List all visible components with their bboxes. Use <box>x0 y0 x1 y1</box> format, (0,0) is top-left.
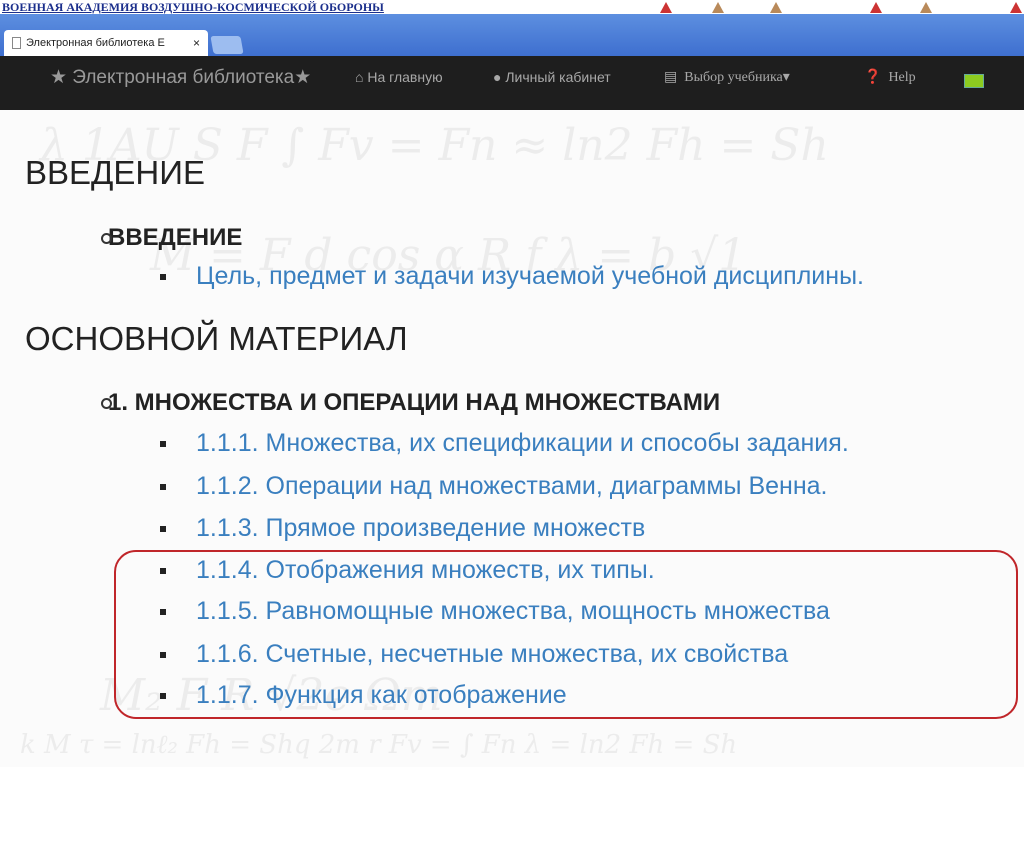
help-icon: ❓ <box>864 70 882 85</box>
list-icon: ▤ <box>664 70 678 85</box>
list-item-link[interactable]: Цель, предмет и задачи изучаемой учебной… <box>196 262 864 290</box>
nav-help-label: Help <box>888 70 916 85</box>
banner: ВОЕННАЯ АКАДЕМИЯ ВОЗДУШНО-КОСМИЧЕСКОЙ ОБ… <box>0 0 1024 14</box>
list-item[interactable]: 1.1.2. Операции над множествами, диаграм… <box>160 472 827 501</box>
browser-tabbar: Электронная библиотека Е × <box>0 14 1024 56</box>
list-item[interactable]: 1.1.1. Множества, их спецификации и спос… <box>160 429 849 458</box>
nav-help[interactable]: ❓ Help <box>864 69 916 86</box>
bottom-strip <box>22 832 1022 858</box>
page-icon <box>12 37 21 49</box>
list-item[interactable]: Цель, предмет и задачи изучаемой учебной… <box>160 262 864 291</box>
emblem-icon <box>712 2 724 13</box>
brand-link[interactable]: ★ Электронная библиотека★ <box>50 66 311 89</box>
emblem-icon <box>660 2 672 13</box>
user-icon: ● <box>493 69 502 85</box>
mail-icon[interactable] <box>964 74 984 88</box>
nav-cabinet[interactable]: ● Личный кабинет <box>493 69 611 85</box>
nav-choose-dropdown[interactable]: ▤ Выбор учебника▾ <box>664 69 790 86</box>
highlight-frame <box>114 550 1018 719</box>
emblem-icon <box>770 2 782 13</box>
nav-home[interactable]: ⌂ На главную <box>355 69 443 85</box>
browser-tab[interactable]: Электронная библиотека Е × <box>4 30 208 56</box>
subsection-heading: 1. МНОЖЕСТВА И ОПЕРАЦИИ НАД МНОЖЕСТВАМИ <box>100 389 721 416</box>
formula-background: k M τ = lnℓ₂ Fh = Shq 2m r Fv = ∫ Fn λ =… <box>20 730 738 760</box>
list-item-link[interactable]: 1.1.1. Множества, их спецификации и спос… <box>196 429 849 457</box>
subsection-heading: ВВЕДЕНИЕ <box>100 224 243 251</box>
list-item-link[interactable]: 1.1.2. Операции над множествами, диаграм… <box>196 472 827 500</box>
nav-choose-label: Выбор учебника <box>684 70 783 85</box>
caret-down-icon: ▾ <box>782 70 790 85</box>
close-tab-icon[interactable]: × <box>193 36 200 50</box>
section-heading: ОСНОВНОЙ МАТЕРИАЛ <box>25 320 408 357</box>
nav-home-label: На главную <box>367 69 443 85</box>
list-item-link[interactable]: 1.1.3. Прямое произведение множеств <box>196 514 645 542</box>
tab-title: Электронная библиотека Е <box>26 37 165 49</box>
banner-title: ВОЕННАЯ АКАДЕМИЯ ВОЗДУШНО-КОСМИЧЕСКОЙ ОБ… <box>2 0 384 14</box>
new-tab-button[interactable] <box>210 36 244 54</box>
emblem-icon <box>920 2 932 13</box>
section-heading: ВВЕДЕНИЕ <box>25 154 205 191</box>
emblem-icon <box>870 2 882 13</box>
emblem-icon <box>1010 2 1022 13</box>
nav-cabinet-label: Личный кабинет <box>505 69 611 85</box>
home-icon: ⌂ <box>355 69 364 85</box>
navbar: ★ Электронная библиотека★ ⌂ На главную ●… <box>0 56 1024 110</box>
list-item[interactable]: 1.1.3. Прямое произведение множеств <box>160 514 645 543</box>
